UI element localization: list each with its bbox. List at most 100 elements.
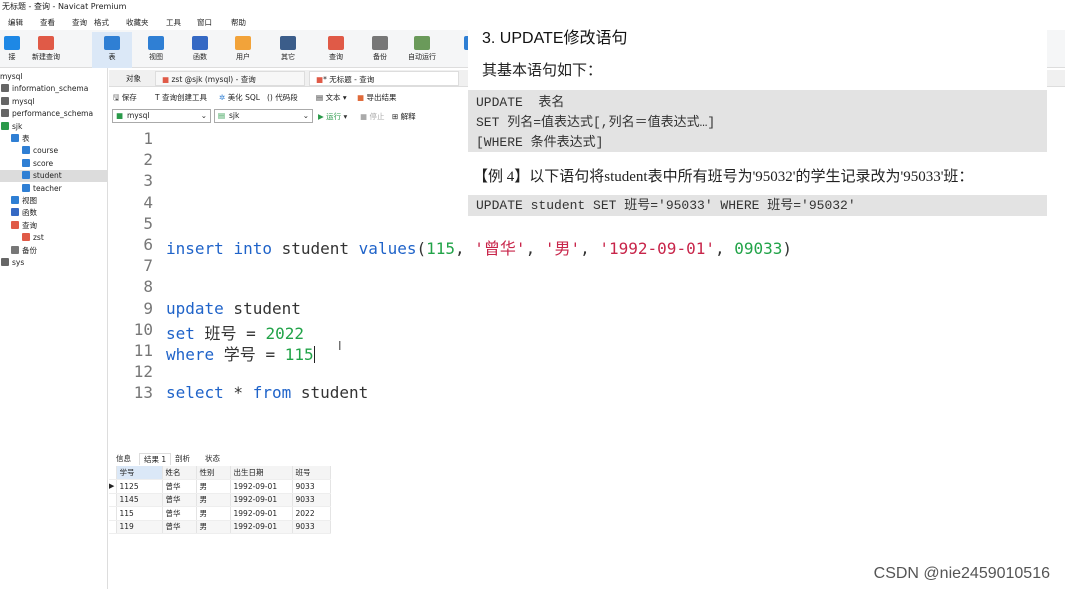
object-tree: mysql information_schema mysql performance_… <box>0 68 108 589</box>
table-cell[interactable]: 曾华 <box>162 479 197 494</box>
table-cell[interactable]: 9033 <box>292 493 331 507</box>
row-indicator <box>109 506 117 521</box>
tree-item-mysql[interactable]: mysql <box>0 96 107 108</box>
line-number: 9 <box>143 298 153 318</box>
save-button[interactable]: 🖫 保存 <box>113 92 137 105</box>
export-results-button[interactable]: ■ 导出结果 <box>357 92 396 103</box>
table-cell[interactable]: 1992-09-01 <box>230 520 293 534</box>
stop-button[interactable]: ■ 停止 <box>360 111 384 122</box>
database-select[interactable]: ▤ sjk ⌄ <box>214 109 313 123</box>
code-token: , <box>580 239 600 258</box>
tree-item-teacher[interactable]: teacher <box>0 183 107 195</box>
tree-item-sjk[interactable]: sjk <box>0 121 107 133</box>
code-token: , <box>714 239 735 258</box>
tree-item-表[interactable]: 表 <box>0 133 107 145</box>
column-header[interactable]: 姓名 <box>162 466 197 480</box>
table-row[interactable]: ▶ 1125 曾华男 1992-09-01 9033 <box>109 479 331 494</box>
tree-item-information_schema[interactable]: information_schema <box>0 83 107 95</box>
tab-zst-query[interactable]: ■ zst @sjk (mysql) - 查询 <box>155 71 305 86</box>
query-builder-button[interactable]: T 查询创建工具 <box>155 92 207 103</box>
toolbar-button-3[interactable]: 视图 <box>136 32 176 68</box>
tree-label: score <box>33 158 54 168</box>
tree-item-zst[interactable]: zst <box>0 232 107 244</box>
text-button[interactable]: ▤ 文本 ▾ <box>316 92 347 103</box>
menu-tools[interactable]: 工具 <box>166 17 181 28</box>
toolbar-button-5[interactable]: 用户 <box>223 32 263 68</box>
tree-item-查询[interactable]: 查询 <box>0 220 107 232</box>
column-header[interactable]: 学号 <box>116 466 163 480</box>
table-cell[interactable]: 1992-09-01 <box>230 506 293 521</box>
table-cell[interactable]: 曾华 <box>162 493 197 507</box>
toolbar-button-6[interactable]: 其它 <box>268 32 308 68</box>
table-row[interactable]: 1145 曾华男 1992-09-01 9033 <box>109 493 331 507</box>
table-cell[interactable]: 1145 <box>116 493 163 507</box>
toolbar-button-1[interactable]: 新建查询 <box>26 32 66 68</box>
toolbar-button-2[interactable]: 表 <box>92 32 132 68</box>
table-cell[interactable]: 9033 <box>292 520 331 534</box>
window-title: 无标题 - 查询 - Navicat Premium <box>2 2 127 11</box>
tree-item-函数[interactable]: 函数 <box>0 207 107 219</box>
tab-untitled-query[interactable]: ■* 无标题 - 查询 <box>309 71 459 86</box>
column-header[interactable]: 性别 <box>196 466 231 480</box>
code-token: where <box>166 345 215 364</box>
toolbar-button-7[interactable]: 查询 <box>316 32 356 68</box>
tree-item-score[interactable]: score <box>0 158 107 170</box>
table-cell[interactable]: 男 <box>196 506 231 521</box>
toolbar-button-9[interactable]: 自动运行 <box>402 32 442 68</box>
code-token: , <box>525 239 545 258</box>
tree-item-视图[interactable]: 视图 <box>0 195 107 207</box>
table-row[interactable]: 119 曾华男 1992-09-01 9033 <box>109 520 331 534</box>
table-cell[interactable]: 男 <box>196 493 231 507</box>
column-header[interactable]: 出生日期 <box>230 466 293 480</box>
syntax-line: [WHERE 条件表达式] <box>476 135 604 150</box>
toolbar-button-8[interactable]: 备份 <box>360 32 400 68</box>
menu-window[interactable]: 窗口 <box>197 17 212 28</box>
table-cell[interactable]: 9033 <box>292 479 331 494</box>
result-tab-1[interactable]: 结果 1 <box>139 453 172 465</box>
code-snippet-button[interactable]: () 代码段 <box>267 92 298 103</box>
table-cell[interactable]: 男 <box>196 520 231 534</box>
explain-button[interactable]: ⊞ 解释 <box>392 111 416 122</box>
table-cell[interactable]: 1125 <box>116 479 163 494</box>
menu-help[interactable]: 帮助 <box>231 17 246 28</box>
result-grid[interactable]: 学号 姓名 性别 出生日期 班号 ▶ 1125 曾华男 1992-09-01 9033 1145 曾华… <box>109 466 331 534</box>
menu-favorites[interactable]: 收藏夹 <box>126 17 149 28</box>
tree-item-course[interactable]: course <box>0 145 107 157</box>
line-number: 6 <box>143 235 153 254</box>
table-cell[interactable]: 1992-09-01 <box>230 493 293 507</box>
table-cell[interactable]: 2022 <box>292 506 331 521</box>
menu-edit[interactable]: 编辑 <box>8 17 23 28</box>
result-tab-2[interactable]: 剖析 <box>171 453 194 464</box>
tree-label: information_schema <box>12 84 89 94</box>
toolbar-button-4[interactable]: 函数 <box>180 32 220 68</box>
tree-item-student[interactable]: student <box>0 170 107 183</box>
table-cell[interactable]: 119 <box>116 520 163 534</box>
result-tab-0[interactable]: 信息 <box>112 453 135 464</box>
beautify-sql-button[interactable]: ✲ 美化 SQL <box>219 92 260 103</box>
code-token: set <box>166 323 195 343</box>
menu-query[interactable]: 查询 <box>72 17 87 28</box>
tree-label: 表 <box>22 134 30 143</box>
tree-item-performance_schema[interactable]: performance_schema <box>0 108 107 120</box>
query-icon <box>11 220 19 229</box>
column-header[interactable]: 班号 <box>292 466 331 480</box>
connection-select[interactable]: ■ mysql ⌄ <box>112 109 211 123</box>
menu-format[interactable]: 格式 <box>94 17 109 28</box>
table-cell[interactable]: 115 <box>116 506 163 521</box>
table-row[interactable]: 115 曾华男 1992-09-01 2022 <box>109 506 331 521</box>
table-cell[interactable]: 1992-09-01 <box>230 479 293 494</box>
tree-item-备份[interactable]: 备份 <box>0 245 107 257</box>
tree-label: course <box>33 146 59 156</box>
code-token: select <box>166 383 224 403</box>
tree-item-sys[interactable]: sys <box>0 257 107 269</box>
run-button[interactable]: ▶ 运行 ▾ <box>318 111 347 122</box>
table-cell[interactable]: 曾华 <box>162 520 197 534</box>
tab-objects[interactable]: 对象 <box>111 71 156 86</box>
menu-view[interactable]: 查看 <box>40 17 55 28</box>
tree-item-mysql[interactable]: mysql <box>0 71 107 83</box>
result-tab-3[interactable]: 状态 <box>201 453 224 464</box>
toolbar-label: 备份 <box>373 53 387 61</box>
table-cell[interactable]: 男 <box>196 479 231 494</box>
table-cell[interactable]: 曾华 <box>162 506 197 521</box>
